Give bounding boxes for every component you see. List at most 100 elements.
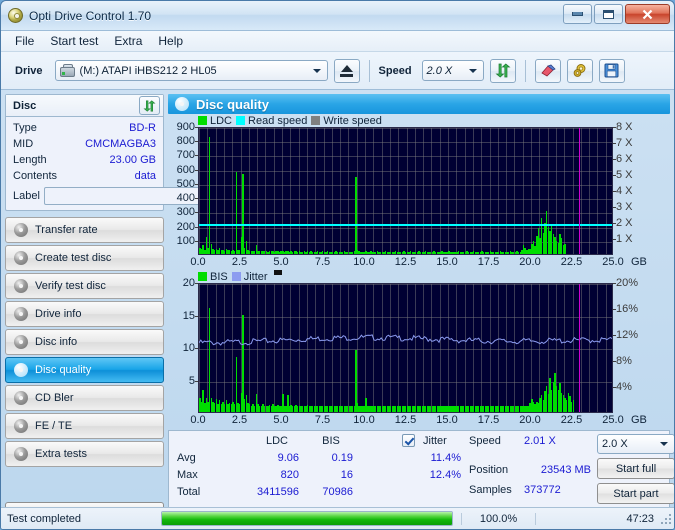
test-speed-select[interactable]: 2.0 X bbox=[597, 434, 674, 454]
menu-bar: File Start test Extra Help bbox=[1, 31, 674, 52]
start-full-button[interactable]: Start full bbox=[597, 458, 674, 479]
right-tick-label: 8% bbox=[616, 355, 632, 367]
position-stat-value: 23543 MB bbox=[540, 464, 591, 476]
jitter-checkbox[interactable] bbox=[402, 434, 415, 447]
stats-panel: LDC BIS Jitter Avg 9.06 0.19 11.4% Max 8… bbox=[168, 430, 674, 508]
grid-line-v bbox=[381, 128, 383, 254]
main-body: Disc Type BD-R MID CMCMAGBA3 Length 23.0… bbox=[1, 90, 674, 527]
grid-line-v bbox=[580, 128, 582, 254]
sidebar-item-fe-te[interactable]: FE / TE bbox=[5, 413, 164, 439]
right-tick-mark bbox=[613, 387, 616, 388]
disc-refresh-button[interactable] bbox=[139, 96, 160, 115]
right-tick-mark bbox=[613, 283, 616, 284]
speed-select[interactable]: 2.0 X bbox=[421, 60, 484, 81]
right-tick-mark bbox=[613, 239, 616, 240]
sidebar-item-label: Transfer rate bbox=[35, 224, 98, 236]
grid-line-v bbox=[489, 128, 491, 254]
legend-marker-icon bbox=[273, 270, 282, 275]
refresh-button[interactable] bbox=[489, 58, 516, 83]
right-tick-label: 5 X bbox=[616, 169, 633, 181]
title-bar: Opti Drive Control 1.70 bbox=[1, 1, 674, 31]
sidebar-item-disc-info[interactable]: Disc info bbox=[5, 329, 164, 355]
legend-write-speed: Write speed bbox=[311, 115, 382, 127]
disc-info-header: Disc bbox=[6, 95, 163, 117]
grid-line-v bbox=[373, 128, 375, 254]
close-button[interactable] bbox=[625, 4, 670, 24]
grid-line-v bbox=[431, 128, 433, 254]
grid-line-v bbox=[605, 128, 607, 254]
sidebar-item-transfer-rate[interactable]: Transfer rate bbox=[5, 217, 164, 243]
grid-line-v bbox=[456, 128, 458, 254]
x-tick-label: 2.5 bbox=[231, 256, 248, 268]
progress-percent: 100.0% bbox=[461, 512, 535, 525]
drive-icon bbox=[59, 63, 76, 78]
sidebar-item-extra-tests[interactable]: Extra tests bbox=[5, 441, 164, 467]
disc-info-box: Disc Type BD-R MID CMCMAGBA3 Length 23.0… bbox=[5, 94, 246, 211]
sidebar-item-verify-test-disc[interactable]: Verify test disc bbox=[5, 273, 164, 299]
grid-line-h bbox=[199, 170, 612, 172]
sidebar-item-drive-info[interactable]: Drive info bbox=[5, 301, 164, 327]
legend-label: LDC bbox=[210, 114, 233, 127]
disc-row-contents: Contents data bbox=[13, 168, 156, 184]
legend-swatch bbox=[198, 272, 207, 281]
settings-button[interactable] bbox=[566, 58, 593, 83]
speed-stat-label: Speed bbox=[469, 435, 501, 447]
erase-button[interactable] bbox=[534, 58, 561, 83]
eject-icon bbox=[340, 64, 354, 77]
sidebar-item-create-test-disc[interactable]: Create test disc bbox=[5, 245, 164, 271]
disc-icon bbox=[175, 97, 189, 111]
grid-line-v bbox=[597, 128, 599, 254]
legend-swatch bbox=[231, 272, 241, 281]
resize-grip[interactable] bbox=[661, 514, 673, 526]
right-tick-label: 4 X bbox=[616, 185, 633, 197]
stats-col-ldc: LDC bbox=[265, 435, 288, 447]
x-tick-label: 17.5 bbox=[477, 256, 500, 268]
x-tick-label: 12.5 bbox=[394, 414, 417, 426]
window-title: Opti Drive Control 1.70 bbox=[29, 8, 152, 23]
y-tick-label: 15 bbox=[182, 309, 195, 322]
menu-file[interactable]: File bbox=[7, 32, 42, 50]
stats-row-avg: Avg bbox=[177, 452, 196, 464]
grid-line-v bbox=[481, 128, 483, 254]
sidebar-item-label: Extra tests bbox=[35, 448, 87, 460]
minimize-button[interactable] bbox=[563, 4, 592, 24]
data-bar bbox=[235, 171, 238, 254]
grid-line-v bbox=[323, 128, 325, 254]
x-tick-label: 20.0 bbox=[519, 414, 541, 426]
disc-info-rows: Type BD-R MID CMCMAGBA3 Length 23.00 GB … bbox=[6, 117, 246, 210]
sidebar-item-label: Verify test disc bbox=[35, 280, 106, 292]
save-button[interactable] bbox=[598, 58, 625, 83]
right-tick-label: 1 X bbox=[616, 233, 633, 245]
grid-line-v bbox=[257, 128, 259, 254]
app-disc-icon bbox=[8, 7, 24, 24]
drive-select[interactable]: (M:) ATAPI iHBS212 2 HL05 bbox=[54, 60, 328, 81]
data-bar bbox=[564, 244, 566, 254]
grid-line-v bbox=[448, 128, 449, 254]
legend-ldc: LDC bbox=[198, 115, 232, 127]
start-part-button[interactable]: Start part bbox=[597, 483, 674, 504]
right-tick-label: 3 X bbox=[616, 201, 633, 213]
status-message: Test completed bbox=[7, 512, 81, 525]
right-tick-label: 2 X bbox=[616, 217, 633, 229]
disc-icon bbox=[14, 391, 28, 405]
grid-line-v bbox=[564, 128, 566, 254]
menu-help[interactable]: Help bbox=[150, 32, 191, 50]
maximize-button[interactable] bbox=[594, 4, 623, 24]
grid-line-v bbox=[282, 128, 283, 254]
x-axis-unit: GB bbox=[631, 414, 647, 426]
eject-button[interactable] bbox=[333, 58, 360, 83]
grid-line-v bbox=[406, 128, 408, 254]
menu-start-test[interactable]: Start test bbox=[42, 32, 106, 50]
data-bar bbox=[209, 137, 211, 254]
bis-max-value: 16 bbox=[340, 469, 353, 481]
grid-line-h bbox=[199, 213, 612, 215]
legend-label: Jitter bbox=[243, 270, 268, 283]
disc-icon bbox=[14, 447, 28, 461]
sidebar-item-cd-bler[interactable]: CD Bler bbox=[5, 385, 164, 411]
right-tick-mark bbox=[613, 309, 616, 310]
x-tick-label: 10.0 bbox=[353, 256, 375, 268]
sidebar-item-disc-quality[interactable]: Disc quality bbox=[5, 357, 164, 383]
data-bar bbox=[242, 174, 244, 254]
menu-extra[interactable]: Extra bbox=[106, 32, 150, 50]
right-tick-mark bbox=[613, 361, 616, 362]
